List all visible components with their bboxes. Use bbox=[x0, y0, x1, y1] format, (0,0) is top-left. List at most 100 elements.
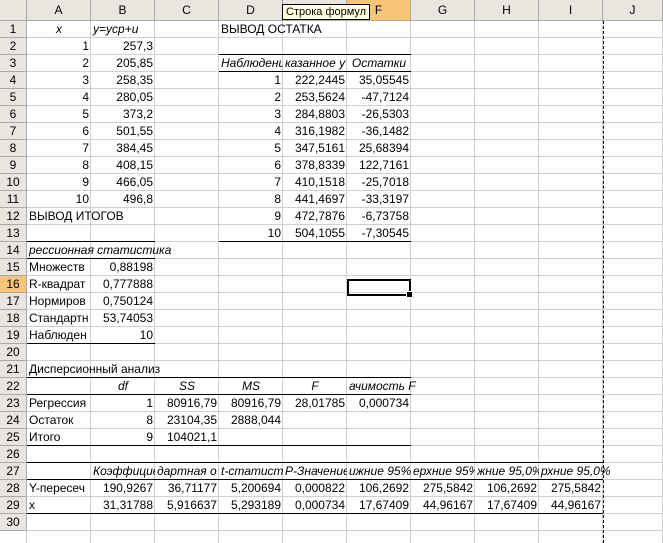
cell-E22[interactable]: F bbox=[283, 378, 347, 395]
cell-E8[interactable]: 347,5161 bbox=[283, 140, 347, 157]
cell-A16[interactable]: R-квадрат bbox=[27, 276, 91, 293]
row-header-7[interactable]: 7 bbox=[0, 123, 27, 140]
row-header-17[interactable]: 17 bbox=[0, 293, 27, 310]
row-header-10[interactable]: 10 bbox=[0, 174, 27, 191]
cell-F6[interactable]: -26,5303 bbox=[347, 106, 411, 123]
row-header-12[interactable]: 12 bbox=[0, 208, 27, 225]
column-header-J[interactable]: J bbox=[603, 0, 663, 21]
cell-F7[interactable]: -36,1482 bbox=[347, 123, 411, 140]
cell-G27[interactable]: ерхние 95% bbox=[411, 463, 475, 480]
cell-D5[interactable]: 2 bbox=[219, 89, 283, 106]
cell-F23[interactable]: 0,000734 bbox=[347, 395, 411, 412]
cell-D23[interactable]: 80916,79 bbox=[219, 395, 283, 412]
cell-B23[interactable]: 1 bbox=[91, 395, 155, 412]
cell-C23[interactable]: 80916,79 bbox=[155, 395, 219, 412]
spreadsheet-grid[interactable]: ABCDEFGHIJ123456789101112131415161718192… bbox=[0, 0, 663, 543]
cell-B8[interactable]: 384,45 bbox=[91, 140, 155, 157]
cell-F10[interactable]: -25,7018 bbox=[347, 174, 411, 191]
cell-A5[interactable]: 4 bbox=[27, 89, 91, 106]
cell-C22[interactable]: SS bbox=[155, 378, 219, 395]
cell-E6[interactable]: 284,8803 bbox=[283, 106, 347, 123]
row-header-15[interactable]: 15 bbox=[0, 259, 27, 276]
cell-A1[interactable]: x bbox=[27, 21, 91, 38]
cell-E23[interactable]: 28,01785 bbox=[283, 395, 347, 412]
cell-D11[interactable]: 8 bbox=[219, 191, 283, 208]
row-header-26[interactable]: 26 bbox=[0, 446, 27, 463]
cell-A11[interactable]: 10 bbox=[27, 191, 91, 208]
row-header-20[interactable]: 20 bbox=[0, 344, 27, 361]
cell-A19[interactable]: Наблюден bbox=[27, 327, 91, 344]
cell-A3[interactable]: 2 bbox=[27, 55, 91, 72]
row-header-13[interactable]: 13 bbox=[0, 225, 27, 242]
cell-D6[interactable]: 3 bbox=[219, 106, 283, 123]
cell-C28[interactable]: 36,71177 bbox=[155, 480, 219, 497]
cell-E5[interactable]: 253,5624 bbox=[283, 89, 347, 106]
cell-A23[interactable]: Регрессия bbox=[27, 395, 91, 412]
row-header-8[interactable]: 8 bbox=[0, 140, 27, 157]
cell-B1[interactable]: y=ycp+u bbox=[91, 21, 155, 38]
cell-B11[interactable]: 496,8 bbox=[91, 191, 155, 208]
row-header-29[interactable]: 29 bbox=[0, 497, 27, 514]
cell-B29[interactable]: 31,31788 bbox=[91, 497, 155, 514]
cell-B6[interactable]: 373,2 bbox=[91, 106, 155, 123]
cell-B22[interactable]: df bbox=[91, 378, 155, 395]
cell-B9[interactable]: 408,15 bbox=[91, 157, 155, 174]
column-header-B[interactable]: B bbox=[91, 0, 155, 21]
cell-A4[interactable]: 3 bbox=[27, 72, 91, 89]
cell-D9[interactable]: 6 bbox=[219, 157, 283, 174]
cell-B4[interactable]: 258,35 bbox=[91, 72, 155, 89]
cell-B27[interactable]: Коэффициент bbox=[91, 463, 155, 480]
column-header-H[interactable]: H bbox=[475, 0, 539, 21]
cell-D4[interactable]: 1 bbox=[219, 72, 283, 89]
column-header-G[interactable]: G bbox=[411, 0, 475, 21]
cell-A21[interactable]: Дисперсионный анализ bbox=[27, 361, 160, 378]
cell-D22[interactable]: MS bbox=[219, 378, 283, 395]
cell-D3[interactable]: Наблюдение bbox=[219, 55, 283, 72]
cell-B24[interactable]: 8 bbox=[91, 412, 155, 429]
cell-F28[interactable]: 106,2692 bbox=[347, 480, 411, 497]
row-header-22[interactable]: 22 bbox=[0, 378, 27, 395]
cell-F11[interactable]: -33,3197 bbox=[347, 191, 411, 208]
row-header-1[interactable]: 1 bbox=[0, 21, 27, 38]
cell-A8[interactable]: 7 bbox=[27, 140, 91, 157]
cell-A10[interactable]: 9 bbox=[27, 174, 91, 191]
row-header-2[interactable]: 2 bbox=[0, 38, 27, 55]
cell-A25[interactable]: Итого bbox=[27, 429, 91, 446]
row-header-23[interactable]: 23 bbox=[0, 395, 27, 412]
row-header-18[interactable]: 18 bbox=[0, 310, 27, 327]
cell-H27[interactable]: жние 95,0% bbox=[475, 463, 539, 480]
select-all-corner[interactable] bbox=[0, 0, 27, 21]
column-header-C[interactable]: C bbox=[155, 0, 219, 21]
cell-A24[interactable]: Остаток bbox=[27, 412, 91, 429]
cell-A15[interactable]: Множеств bbox=[27, 259, 91, 276]
cell-D1[interactable]: ВЫВОД ОСТАТКА bbox=[219, 21, 322, 38]
cell-E10[interactable]: 410,1518 bbox=[283, 174, 347, 191]
cell-H29[interactable]: 17,67409 bbox=[475, 497, 539, 514]
cell-E9[interactable]: 378,8339 bbox=[283, 157, 347, 174]
cell-F4[interactable]: 35,05545 bbox=[347, 72, 411, 89]
cell-G29[interactable]: 44,96167 bbox=[411, 497, 475, 514]
row-header-30[interactable]: 30 bbox=[0, 514, 27, 531]
cell-B25[interactable]: 9 bbox=[91, 429, 155, 446]
cell-B2[interactable]: 257,3 bbox=[91, 38, 155, 55]
cell-D7[interactable]: 4 bbox=[219, 123, 283, 140]
row-header-27[interactable]: 27 bbox=[0, 463, 27, 480]
cell-B7[interactable]: 501,55 bbox=[91, 123, 155, 140]
row-header-14[interactable]: 14 bbox=[0, 242, 27, 259]
cell-E13[interactable]: 504,1055 bbox=[283, 225, 347, 242]
cell-B3[interactable]: 205,85 bbox=[91, 55, 155, 72]
row-header-9[interactable]: 9 bbox=[0, 157, 27, 174]
row-header-24[interactable]: 24 bbox=[0, 412, 27, 429]
cell-C24[interactable]: 23104,35 bbox=[155, 412, 219, 429]
cell-D29[interactable]: 5,293189 bbox=[219, 497, 283, 514]
cell-B18[interactable]: 53,74053 bbox=[91, 310, 155, 327]
cell-B17[interactable]: 0,750124 bbox=[91, 293, 155, 310]
cell-F13[interactable]: -7,30545 bbox=[347, 225, 411, 242]
cell-G28[interactable]: 275,5842 bbox=[411, 480, 475, 497]
cell-F22[interactable]: ачимость F bbox=[347, 378, 416, 395]
cell-D10[interactable]: 7 bbox=[219, 174, 283, 191]
cell-A7[interactable]: 6 bbox=[27, 123, 91, 140]
active-cell-F16[interactable] bbox=[347, 279, 413, 298]
cell-H28[interactable]: 106,2692 bbox=[475, 480, 539, 497]
cell-A12[interactable]: ВЫВОД ИТОГОВ bbox=[27, 208, 124, 225]
